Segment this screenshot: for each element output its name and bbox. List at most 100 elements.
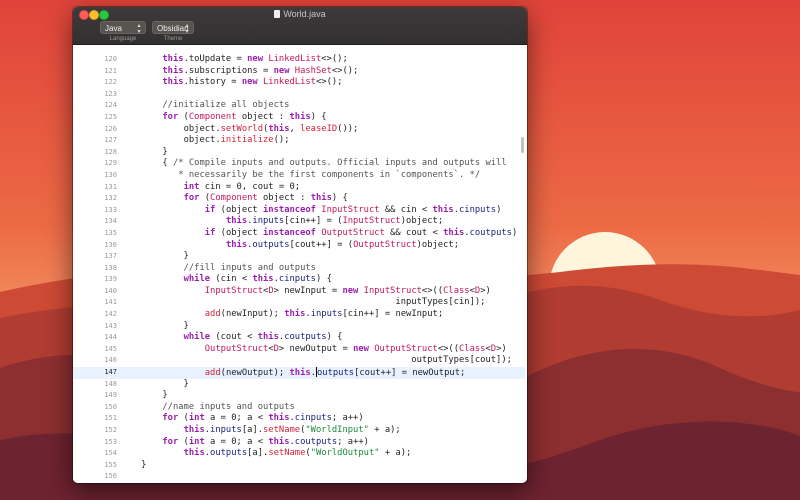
line-number: 138 (104, 263, 117, 272)
code-text[interactable]: this.toUpdate = new LinkedList<>(); (120, 54, 347, 66)
code-text[interactable]: for (Component object : this) { (120, 193, 348, 205)
line-number: 134 (104, 217, 117, 226)
code-line[interactable]: 127 object.initialize(); (73, 135, 525, 147)
code-text[interactable]: int cin = 0, cout = 0; (120, 182, 301, 194)
code-line[interactable]: 125 for (Component object : this) { (73, 112, 525, 124)
code-line[interactable]: 141 inputTypes[cin]); (73, 297, 525, 309)
line-number: 135 (104, 228, 117, 237)
code-text[interactable]: { /* Compile inputs and outputs. Officia… (120, 158, 506, 170)
code-text[interactable]: inputTypes[cin]); (120, 297, 485, 309)
code-line[interactable]: 145 OutputStruct<D> newOutput = new Outp… (73, 344, 525, 356)
code-text[interactable]: } (120, 251, 189, 263)
code-line[interactable]: 156 (73, 471, 525, 483)
code-text[interactable]: //fill inputs and outputs (120, 263, 316, 275)
code-text[interactable]: } (120, 390, 167, 402)
code-text[interactable]: for (int a = 0; a < this.coutputs; a++) (120, 437, 369, 449)
code-line[interactable]: 123 (73, 89, 525, 101)
code-text[interactable]: } (120, 147, 167, 159)
line-number: 137 (104, 252, 117, 261)
code-text[interactable]: InputStruct<D> newInput = new InputStruc… (120, 286, 491, 298)
code-text[interactable]: this.outputs[a].setName("WorldOutput" + … (120, 448, 412, 460)
code-line[interactable]: 130 * necessarily be the first component… (73, 170, 525, 182)
code-line[interactable]: 124 //initialize all objects (73, 100, 525, 112)
code-text[interactable]: object.setWorld(this, leaseID()); (120, 124, 359, 136)
code-line[interactable]: 128 } (73, 147, 525, 159)
code-line[interactable]: 140 InputStruct<D> newInput = new InputS… (73, 286, 525, 298)
code-text[interactable]: } (120, 379, 189, 391)
line-number: 123 (104, 89, 117, 98)
line-number: 121 (104, 66, 117, 75)
code-text[interactable]: while (cout < this.coutputs) { (120, 332, 343, 344)
theme-select[interactable]: Obsidian ▴ ▾ (152, 21, 194, 35)
code-text[interactable]: add(newInput); this.inputs[cin++] = newI… (120, 309, 443, 321)
code-line[interactable]: 120 this.toUpdate = new LinkedList<>(); (73, 54, 525, 66)
code-line[interactable]: 133 if (object instanceof InputStruct &&… (73, 205, 525, 217)
code-text[interactable]: } (120, 321, 189, 333)
line-number: 120 (104, 55, 117, 63)
code-text[interactable]: object.initialize(); (120, 135, 290, 147)
code-line[interactable]: 132 for (Component object : this) { (73, 193, 525, 205)
chevron-updown-icon: ▴ ▾ (137, 23, 141, 35)
line-number: 154 (104, 449, 117, 458)
editor-window: World.java Java ▴ ▾ Obsidian ▴ ▾ Language … (73, 7, 527, 483)
title-bar[interactable]: World.java Java ▴ ▾ Obsidian ▴ ▾ Language … (73, 7, 527, 45)
code-line[interactable]: 154 this.outputs[a].setName("WorldOutput… (73, 448, 525, 460)
code-text[interactable]: this.subscriptions = new HashSet<>(); (120, 66, 358, 78)
line-number: 132 (104, 194, 117, 203)
code-line[interactable]: 143 } (73, 321, 525, 333)
code-text[interactable]: this.outputs[cout++] = (OutputStruct)obj… (120, 240, 459, 252)
code-line[interactable]: 149 } (73, 390, 525, 402)
code-line[interactable]: 148 } (73, 379, 525, 391)
code-text[interactable]: this.inputs[a].setName("WorldInput" + a)… (120, 425, 401, 437)
line-number: 125 (104, 112, 117, 121)
code-line[interactable]: 136 this.outputs[cout++] = (OutputStruct… (73, 240, 525, 252)
code-line[interactable]: 150 //name inputs and outputs (73, 402, 525, 414)
line-number: 141 (104, 298, 117, 307)
code-line[interactable]: 153 for (int a = 0; a < this.coutputs; a… (73, 437, 525, 449)
code-text[interactable]: this.inputs[cin++] = (InputStruct)object… (120, 216, 443, 228)
code-text[interactable]: for (int a = 0; a < this.cinputs; a++) (120, 413, 363, 425)
language-caption: Language (109, 36, 137, 42)
code-line[interactable]: 138 //fill inputs and outputs (73, 263, 525, 275)
code-lines[interactable]: 120 this.toUpdate = new LinkedList<>(); 1… (73, 54, 525, 483)
code-line[interactable]: 134 this.inputs[cin++] = (InputStruct)ob… (73, 216, 525, 228)
line-number: 156 (104, 472, 117, 481)
code-line[interactable]: 131 int cin = 0, cout = 0; (73, 182, 525, 194)
code-line[interactable]: 121 this.subscriptions = new HashSet<>()… (73, 66, 525, 78)
language-select[interactable]: Java ▴ ▾ (100, 21, 146, 35)
theme-caption: Theme (163, 36, 183, 42)
code-line[interactable]: 152 this.inputs[a].setName("WorldInput" … (73, 425, 525, 437)
line-number: 147 (104, 368, 117, 377)
code-text[interactable]: outputTypes[cout]); (120, 355, 512, 367)
code-line[interactable]: 122 this.history = new LinkedList<>(); (73, 77, 525, 89)
code-line[interactable]: 139 while (cin < this.cinputs) { (73, 274, 525, 286)
code-line[interactable]: 155 } (73, 460, 525, 472)
code-line[interactable]: 135 if (object instanceof OutputStruct &… (73, 228, 525, 240)
document-icon (274, 10, 281, 18)
code-text[interactable]: if (object instanceof OutputStruct && co… (120, 228, 518, 240)
code-line[interactable]: 146 outputTypes[cout]); (73, 355, 525, 367)
line-number: 122 (104, 78, 117, 87)
code-line[interactable]: 126 object.setWorld(this, leaseID()); (73, 124, 525, 136)
code-line[interactable]: 147 add(newOutput); this.outputs[cout++]… (73, 367, 525, 379)
code-text[interactable]: //initialize all objects (120, 100, 289, 112)
code-text[interactable]: //name inputs and outputs (120, 402, 294, 414)
code-text[interactable]: for (Component object : this) { (120, 112, 326, 124)
code-text[interactable]: if (object instanceof InputStruct && cin… (120, 205, 502, 217)
code-text[interactable]: while (cin < this.cinputs) { (120, 274, 332, 286)
window-title: World.java (73, 9, 527, 20)
code-line[interactable]: 144 while (cout < this.coutputs) { (73, 332, 525, 344)
code-line[interactable]: 151 for (int a = 0; a < this.cinputs; a+… (73, 413, 525, 425)
code-line[interactable]: 137 } (73, 251, 525, 263)
line-number: 131 (104, 182, 117, 191)
code-text[interactable]: } (120, 460, 146, 472)
code-text[interactable]: this.history = new LinkedList<>(); (120, 77, 342, 89)
code-text[interactable]: OutputStruct<D> newOutput = new OutputSt… (120, 344, 507, 356)
line-number: 128 (104, 147, 117, 156)
vertical-scrollbar[interactable] (521, 137, 524, 153)
line-number: 136 (104, 240, 117, 249)
code-text[interactable]: * necessarily be the first components in… (120, 170, 480, 182)
code-line[interactable]: 129 { /* Compile inputs and outputs. Off… (73, 158, 525, 170)
code-editor[interactable]: 120 this.toUpdate = new LinkedList<>(); 1… (73, 45, 527, 483)
code-line[interactable]: 142 add(newInput); this.inputs[cin++] = … (73, 309, 525, 321)
